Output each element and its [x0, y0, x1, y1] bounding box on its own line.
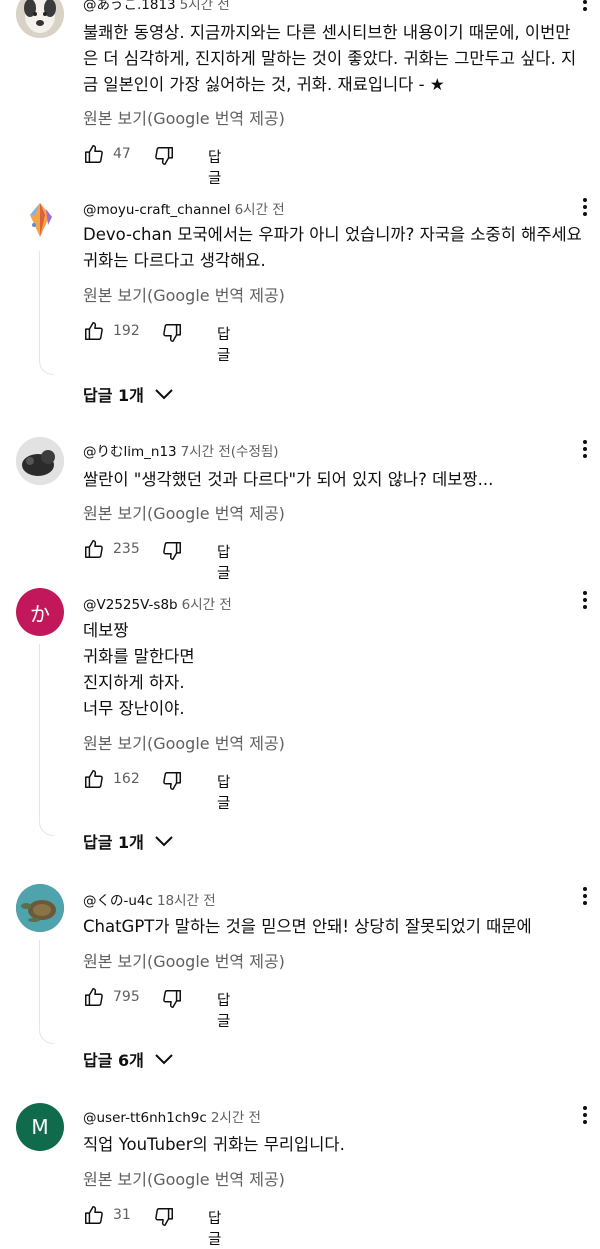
avatar[interactable]: M: [16, 1103, 64, 1151]
comment-text: 데보짱 귀화를 말한다면 진지하게 하자. 너무 장난이야.: [83, 618, 195, 722]
avatar[interactable]: [16, 195, 64, 243]
like-count: 31: [113, 1207, 131, 1223]
comment-line: 직업 YouTuber의 귀화는 무리입니다.: [83, 1135, 345, 1154]
comment-time[interactable]: 6시간 전: [235, 202, 285, 218]
like-count: 192: [113, 323, 140, 339]
comment-line: 데보짱: [83, 621, 129, 640]
comment-line: 너무 장난이야.: [83, 699, 185, 718]
thumbs-up-icon[interactable]: [83, 320, 105, 342]
reply-button[interactable]: 답글: [217, 323, 230, 365]
comment-text: 직업 YouTuber의 귀화는 무리입니다.: [83, 1132, 345, 1158]
comment-meta: @くの-u4c 18시간 전: [83, 889, 216, 909]
comment-text: ChatGPT가 말하는 것을 믿으면 안돼! 상당히 잘못되었기 때문에: [83, 914, 532, 940]
reply-button[interactable]: 답글: [217, 771, 230, 813]
comment-text: 쌀란이 "생각했던 것과 다르다"가 되어 있지 않나? 데보짱...: [83, 467, 493, 493]
comment-meta: @user-tt6nh1ch9c 2시간 전: [83, 1106, 261, 1126]
turtle-avatar-image: [16, 884, 64, 932]
comment-line: ChatGPT가 말하는 것을 믿으면 안돼! 상당히 잘못되었기 때문에: [83, 917, 532, 936]
comment-author[interactable]: @あうこ.1813: [83, 0, 176, 13]
comment-line: 귀화는 다르다고 생각해요.: [83, 251, 266, 270]
comment-time[interactable]: 7시간 전(수정됨): [181, 444, 279, 460]
thumbs-up-icon[interactable]: [83, 538, 105, 560]
replies-count-label: 답글 1개: [83, 833, 144, 852]
thread-line: [39, 940, 40, 1030]
thread-line: [39, 251, 40, 361]
thumbs-up-icon[interactable]: [83, 986, 105, 1008]
like-count: 795: [113, 989, 140, 1005]
reply-button[interactable]: 답글: [217, 989, 230, 1031]
more-options-icon[interactable]: [575, 195, 595, 219]
comment-text: Devo-chan 모국에서는 우파가 아니 었습니까? 자국을 소중히 해주세…: [83, 222, 582, 274]
photo-avatar-image: [16, 437, 64, 485]
see-original-link[interactable]: 원본 보기(Google 번역 제공): [83, 730, 285, 754]
like-count: 47: [113, 146, 131, 162]
thumbs-up-icon[interactable]: [83, 768, 105, 790]
more-options-icon[interactable]: [575, 0, 595, 14]
more-options-icon[interactable]: [575, 437, 595, 461]
comment-meta: @V2525V-s8b 6시간 전: [83, 593, 232, 613]
see-original-link[interactable]: 원본 보기(Google 번역 제공): [83, 948, 285, 972]
replies-count-label: 답글 6개: [83, 1051, 144, 1070]
more-options-icon[interactable]: [575, 588, 595, 612]
comment-line: 진지하게 하자.: [83, 673, 185, 692]
thread-curve: [39, 360, 54, 375]
comment-meta: @あうこ.1813 5시간 전: [83, 0, 230, 13]
see-original-link[interactable]: 원본 보기(Google 번역 제공): [83, 282, 285, 306]
view-replies-button[interactable]: 답글 1개: [83, 382, 174, 406]
comment-line: 귀화를 말한다면: [83, 647, 195, 666]
thumbs-down-icon[interactable]: [153, 1206, 175, 1228]
thread-curve: [39, 1029, 54, 1044]
avatar[interactable]: [16, 0, 64, 38]
comment-author[interactable]: @りむlim_n13: [83, 444, 177, 460]
like-count: 162: [113, 771, 140, 787]
avatar[interactable]: [16, 437, 64, 485]
thumbs-down-icon[interactable]: [161, 322, 183, 344]
avatar[interactable]: [16, 884, 64, 932]
comment-time[interactable]: 18시간 전: [157, 893, 216, 909]
thumbs-down-icon[interactable]: [153, 145, 175, 167]
comment-time[interactable]: 6시간 전: [182, 597, 232, 613]
dog-avatar-image: [16, 0, 64, 38]
more-options-icon[interactable]: [575, 884, 595, 908]
avatar-letter: M: [31, 1115, 49, 1139]
comment-meta: @りむlim_n13 7시간 전(수정됨): [83, 440, 279, 460]
comment-author[interactable]: @moyu-craft_channel: [83, 202, 231, 218]
comment-line: 불쾌한 동영상. 지금까지와는 다른 센시티브한 내용이기 때문에, 이번만: [83, 23, 571, 42]
reply-button[interactable]: 답글: [208, 1207, 221, 1249]
crystal-avatar-image: [16, 195, 64, 243]
comment-time[interactable]: 5시간 전: [180, 0, 230, 13]
reply-button[interactable]: 답글: [208, 146, 221, 188]
chevron-down-icon: [155, 389, 173, 400]
comment-author[interactable]: @V2525V-s8b: [83, 597, 178, 613]
reply-button[interactable]: 답글: [217, 541, 230, 583]
like-count: 235: [113, 541, 140, 557]
comment-line: 금 일본인이 가장 싫어하는 것, 귀화. 재료입니다 - ★: [83, 75, 445, 94]
comment-line: 쌀란이 "생각했던 것과 다르다"가 되어 있지 않나? 데보짱...: [83, 470, 494, 489]
comment-author[interactable]: @くの-u4c: [83, 893, 153, 909]
chevron-down-icon: [155, 836, 173, 847]
thumbs-up-icon[interactable]: [83, 143, 105, 165]
comment-line: Devo-chan 모국에서는 우파가 아니 었습니까? 자국을 소중히 해주세…: [83, 225, 582, 244]
comment-time[interactable]: 2시간 전: [211, 1110, 261, 1126]
chevron-down-icon: [155, 1054, 173, 1065]
thread-line: [39, 644, 40, 822]
avatar[interactable]: か: [16, 588, 64, 636]
thumbs-down-icon[interactable]: [161, 988, 183, 1010]
view-replies-button[interactable]: 답글 6개: [83, 1047, 174, 1071]
view-replies-button[interactable]: 답글 1개: [83, 829, 174, 853]
thread-curve: [39, 821, 54, 836]
thumbs-down-icon[interactable]: [161, 770, 183, 792]
see-original-link[interactable]: 원본 보기(Google 번역 제공): [83, 105, 285, 129]
comment-text: 불쾌한 동영상. 지금까지와는 다른 센시티브한 내용이기 때문에, 이번만 은…: [83, 20, 576, 98]
thumbs-down-icon[interactable]: [161, 540, 183, 562]
comment-author[interactable]: @user-tt6nh1ch9c: [83, 1110, 207, 1126]
see-original-link[interactable]: 원본 보기(Google 번역 제공): [83, 500, 285, 524]
replies-count-label: 답글 1개: [83, 386, 144, 405]
see-original-link[interactable]: 원본 보기(Google 번역 제공): [83, 1166, 285, 1190]
thumbs-up-icon[interactable]: [83, 1204, 105, 1226]
comment-line: 은 더 심각하게, 진지하게 말하는 것이 좋았다. 귀화는 그만두고 싶다. …: [83, 49, 577, 68]
more-options-icon[interactable]: [575, 1103, 595, 1127]
comment-meta: @moyu-craft_channel 6시간 전: [83, 198, 285, 218]
avatar-letter: か: [30, 601, 50, 626]
